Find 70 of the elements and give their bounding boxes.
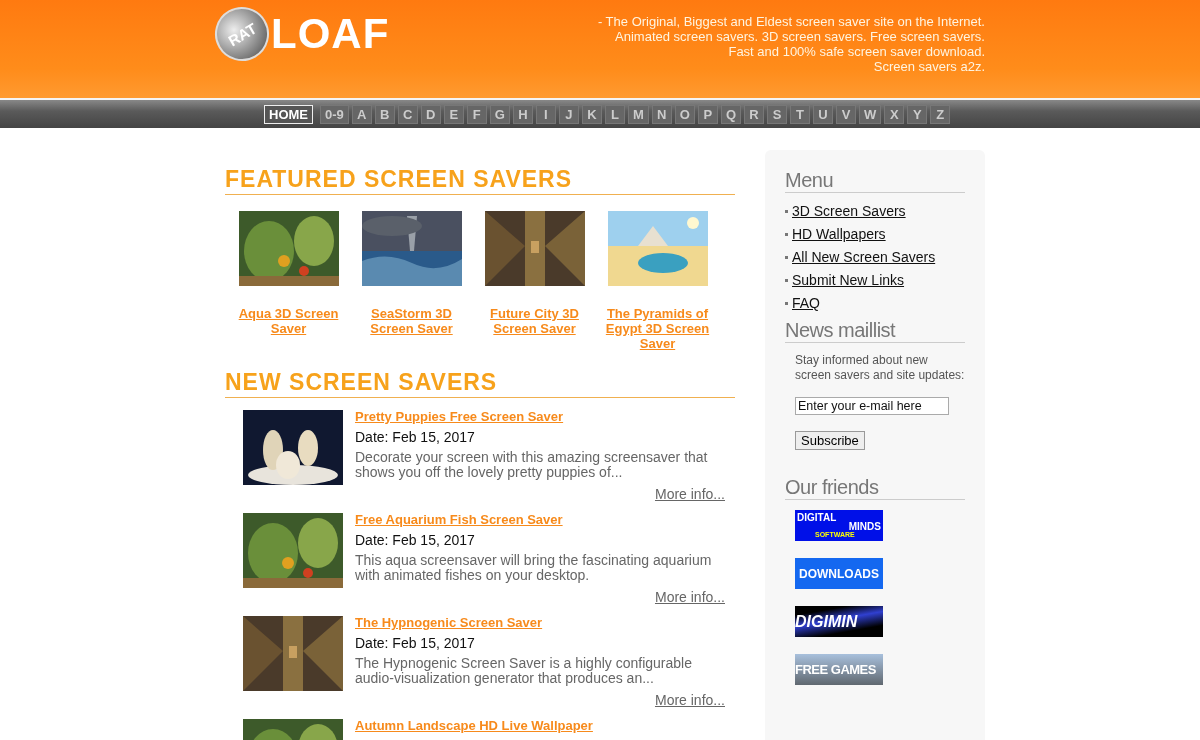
item-description: Decorate your screen with this amazing screensaver that shows you off the lovely pretty puppies of... — [355, 450, 709, 480]
letter-link[interactable]: HOME — [264, 104, 313, 124]
tagline: Fast and 100% safe screen saver download. — [727, 44, 985, 59]
more-info-link[interactable]: More info... — [654, 486, 725, 502]
bullet-icon — [785, 278, 788, 282]
letter-link[interactable]: Y — [907, 104, 928, 124]
item-date: Date: Feb 15, 2017 — [355, 532, 476, 548]
bullet-icon — [785, 255, 788, 259]
letter-link[interactable]: W — [859, 104, 882, 124]
letter-link[interactable]: C — [397, 104, 418, 124]
item-date: Date: Feb 15, 2017 — [355, 429, 476, 445]
bullet-icon — [785, 232, 788, 236]
featured-link[interactable]: The Pyramids of Egypt 3D Screen Saver — [604, 306, 711, 351]
menu-link[interactable]: Submit New Links — [792, 272, 905, 288]
letter-link[interactable]: K — [581, 104, 602, 124]
letter-link[interactable]: E — [443, 104, 464, 124]
item-title-link[interactable]: Pretty Puppies Free Screen Saver — [355, 410, 725, 423]
letter-link[interactable]: X — [884, 104, 905, 124]
item-title-link[interactable]: Autumn Landscape HD Live Wallpaper — [355, 719, 725, 732]
bullet-icon — [785, 209, 788, 213]
tagline: Screen savers a2z. — [872, 59, 985, 74]
menu-link[interactable]: HD Wallpapers — [792, 226, 886, 242]
featured-link[interactable]: Aqua 3D Screen Saver — [235, 306, 342, 336]
letter-link[interactable]: J — [558, 104, 579, 124]
featured-link[interactable]: SeaStorm 3D Screen Saver — [358, 306, 465, 336]
item-title-link[interactable]: Free Aquarium Fish Screen Saver — [355, 513, 725, 526]
friend-banner[interactable]: FREE GAMES — [795, 654, 883, 685]
maillist-text: Stay informed about new screen savers and site updates: — [795, 353, 965, 383]
menu-link[interactable]: 3D Screen Savers — [792, 203, 906, 219]
letter-link[interactable]: R — [744, 104, 764, 124]
item-description: This aqua screensaver will bring the fascinating aquarium with animated fishes on your desktop. — [355, 553, 713, 583]
letter-link[interactable]: L — [604, 104, 625, 124]
letter-link[interactable]: Z — [930, 104, 951, 124]
email-field[interactable]: Enter your e-mail here — [795, 397, 949, 415]
friend-banner[interactable]: DOWNLOADS — [795, 558, 883, 589]
tagline: Animated screen savers. 3D screen savers. Free screen savers. — [614, 29, 985, 44]
sidebar-heading: Our friends — [785, 475, 965, 500]
subscribe-button[interactable]: Subscribe — [795, 431, 865, 450]
more-info-link[interactable]: More info... — [654, 589, 725, 605]
sidebar-heading: Menu — [785, 168, 965, 193]
menu-link[interactable]: All New Screen Savers — [792, 249, 936, 265]
letter-link[interactable]: N — [651, 104, 672, 124]
letter-link[interactable]: 0-9 — [320, 104, 349, 124]
letter-link[interactable]: F — [466, 104, 487, 124]
letter-link[interactable]: A — [351, 104, 372, 124]
item-date: Date: Feb 15, 2017 — [355, 635, 476, 651]
friend-banner[interactable]: DIGIMIN — [795, 606, 883, 637]
letter-link[interactable]: H — [512, 104, 533, 124]
tagline: - The Original, Biggest and Eldest screen saver site on the Internet. — [597, 14, 985, 29]
section-heading: FEATURED SCREEN SAVERS — [225, 164, 735, 195]
letter-link[interactable]: Q — [720, 104, 741, 124]
letter-link[interactable]: S — [767, 104, 787, 124]
item-description: The Hypnogenic Screen Saver is a highly configurable audio-visualization generator that produces an... — [355, 656, 693, 686]
menu-link[interactable]: FAQ — [792, 295, 820, 311]
letter-link[interactable]: O — [674, 104, 695, 124]
section-heading: NEW SCREEN SAVERS — [225, 367, 735, 398]
item-title-link[interactable]: The Hypnogenic Screen Saver — [355, 616, 725, 629]
letter-link[interactable]: M — [627, 104, 649, 124]
bullet-icon — [785, 301, 788, 305]
letter-link[interactable]: P — [697, 104, 718, 124]
more-info-link[interactable]: More info... — [654, 692, 725, 708]
letter-link[interactable]: B — [374, 104, 395, 124]
letter-link[interactable]: G — [489, 104, 510, 124]
letter-link[interactable]: D — [420, 104, 441, 124]
featured-link[interactable]: Future City 3D Screen Saver — [481, 306, 588, 336]
sidebar-heading: News maillist — [785, 318, 965, 343]
letter-link[interactable]: V — [836, 104, 856, 124]
letter-link[interactable]: T — [790, 104, 810, 124]
letter-link[interactable]: I — [535, 104, 556, 124]
letter-link[interactable]: U — [813, 104, 833, 124]
